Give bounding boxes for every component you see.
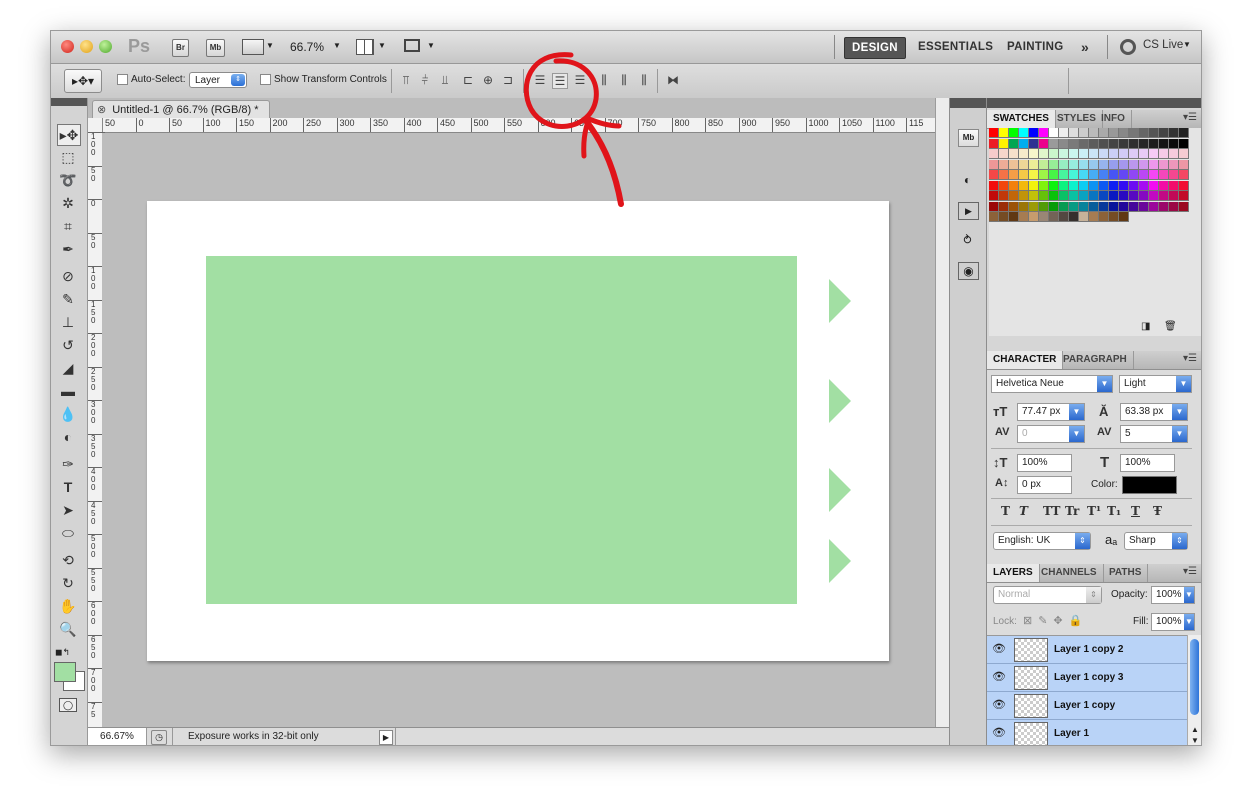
photoshop-window: Ps Br Mb ▼ 66.7% ▼ ▼ ▼ DESIGN ESSENTIALS… <box>50 30 1202 746</box>
red-annotation <box>523 52 624 207</box>
annotation-circle <box>523 52 599 129</box>
foreground-color-swatch[interactable] <box>54 662 76 682</box>
annotation-arrow-shaft <box>583 118 624 207</box>
